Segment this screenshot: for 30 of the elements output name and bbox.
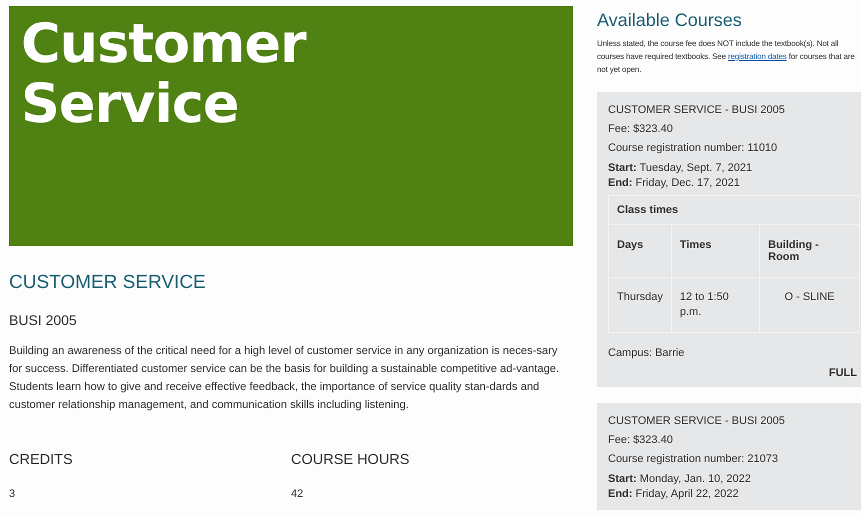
course-description: Building an awareness of the critical need for a high level of customer service in any organization is neces-sary for success. Differentiated customer service can be the basis for building a sustainable competitive ad-vantage. Students learn how to give and receive effective feedback, the importance of service quality stan-dards and customer relationship management, and communication skills including listening.	[9, 344, 560, 413]
section-title: Available Courses	[597, 10, 743, 31]
column-header: Times	[671, 224, 760, 278]
course-title: CUSTOMER SERVICE	[9, 272, 207, 294]
fee-note: Unless stated, the course fee does NOT include the textbook(s). Not all courses have required textbooks. See registration dates for courses that are not yet open.	[597, 38, 856, 76]
table-cell: Thursday	[608, 278, 672, 332]
fact-value: 42	[291, 488, 304, 500]
table-cell: 12 to 1:50 p.m.	[671, 278, 760, 332]
status-label: FULL	[828, 367, 858, 379]
course-code: BUSI 2005	[9, 312, 78, 328]
end-date: End: Friday, Dec. 17, 2021	[608, 176, 741, 191]
fact-value: 3	[9, 488, 16, 500]
registration-dates-link[interactable]: registration dates	[728, 52, 787, 61]
fact-label: CREDITS	[9, 452, 74, 468]
fee-text: Fee: $323.40	[608, 123, 674, 135]
fee-text: Fee: $323.40	[608, 434, 674, 446]
class-times-heading: Class times	[608, 196, 860, 224]
column-header: Days	[608, 224, 672, 278]
start-date: Start: Monday, Jan. 10, 2022	[608, 472, 752, 487]
banner-title: Customer Service	[21, 14, 308, 134]
end-date: End: Friday, April 22, 2022	[608, 487, 740, 502]
fact-label: COURSE HOURS	[291, 452, 410, 468]
table-cell: O - SLINE	[760, 278, 860, 332]
column-header: Building - Room	[760, 224, 860, 278]
section-name: CUSTOMER SERVICE - BUSI 2005	[608, 415, 786, 427]
campus-text: Campus: Barrie	[608, 347, 686, 359]
section-name: CUSTOMER SERVICE - BUSI 2005	[608, 104, 786, 116]
registration-number: Course registration number: 21073	[608, 453, 779, 465]
registration-number: Course registration number: 11010	[608, 142, 778, 154]
start-date: Start: Tuesday, Sept. 7, 2021	[608, 161, 754, 176]
